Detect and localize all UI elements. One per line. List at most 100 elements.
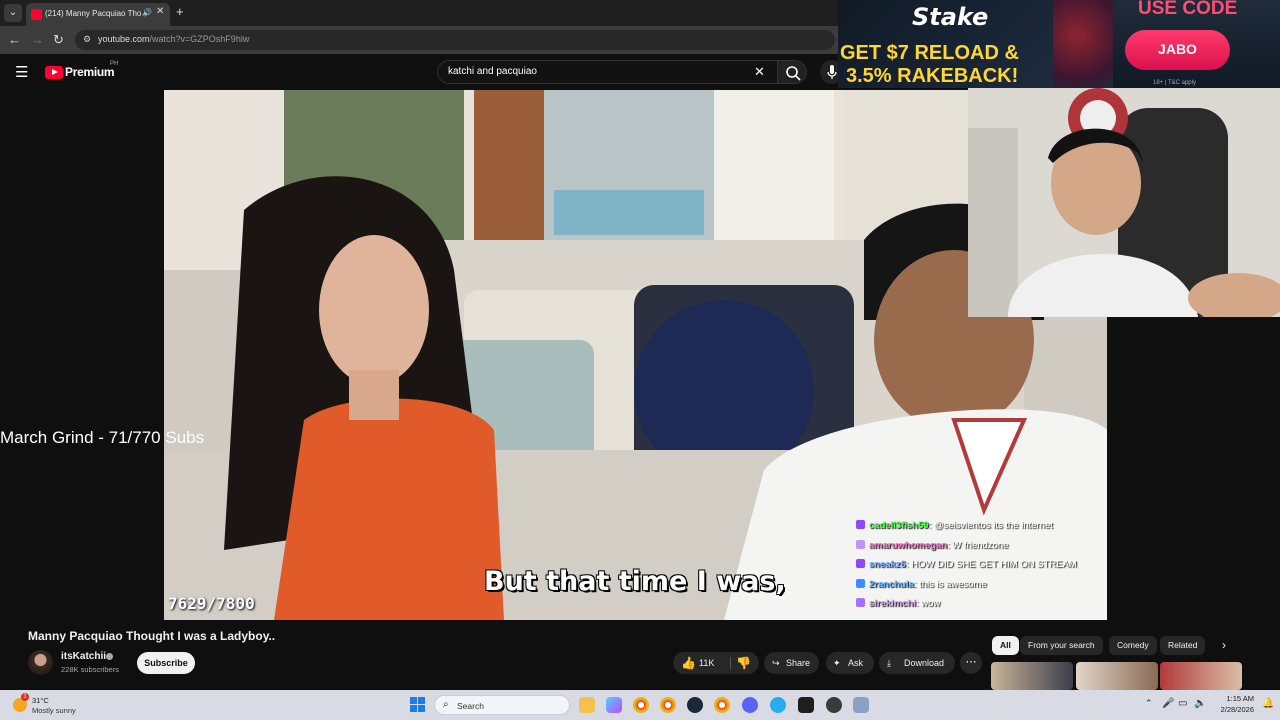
chat-badge-icon [856,559,865,568]
discord-icon[interactable] [742,697,758,713]
subscribe-button[interactable]: Subscribe [137,652,195,674]
chat-message: 2ranchula: this is awesome [856,578,1106,599]
search-button[interactable] [777,60,807,84]
speaker-icon[interactable]: 🔊 [142,8,152,17]
chat-text: @seisvientos its the internet [933,520,1053,531]
tab-list-chevron-icon[interactable]: ⌄ [4,4,22,22]
share-button[interactable]: ↪ Share [764,652,819,674]
youtube-logo-icon[interactable] [45,66,63,79]
reload-icon[interactable]: ↻ [53,32,64,48]
download-label: Download [904,658,945,668]
ad-headline-line-1: GET $7 RELOAD & [840,42,1019,64]
chrome-profile-icon[interactable] [660,697,676,713]
forward-arrow-icon[interactable]: → [31,32,44,47]
chat-text: W friendzone [952,539,1009,551]
browser-tab-active[interactable]: (214) Manny Pacquiao Thou 🔊 ✕ [26,3,170,26]
search-input[interactable]: katchi and pacquiao ✕ [437,60,777,84]
clock-date[interactable]: 2/28/2026 [1211,705,1254,714]
chip-from-your-search[interactable]: From your search [1020,636,1103,655]
search-query-text: katchi and pacquiao [448,66,537,77]
close-tab-icon[interactable]: ✕ [156,6,164,17]
taskbar-search-placeholder: Search [457,701,484,711]
new-tab-icon[interactable]: + [176,4,184,19]
promo-code-button[interactable]: JABO [1125,30,1230,70]
chip-comedy[interactable]: Comedy [1109,636,1157,655]
clock-time[interactable]: 1:15 AM [1218,694,1254,703]
chrome-icon[interactable] [633,697,649,713]
download-icon: ⤓ [887,658,891,668]
channel-name[interactable]: itsKatchii [61,651,106,662]
ad-left-panel: Stake GET $7 RELOAD & 3.5% RAKEBACK! [838,0,1053,88]
thumbs-up-icon[interactable]: 👍 [681,652,696,674]
site-info-icon[interactable]: ⚙ [83,34,91,45]
weather-description[interactable]: Mostly sunny [32,706,76,715]
like-count[interactable]: 11K [699,652,714,674]
url-field[interactable]: ⚙ youtube.com/watch?v=GZPOshF9hlw [75,30,835,50]
windows-start-icon[interactable] [410,697,425,712]
chat-text: HOW DID SHE GET HIM ON STREAM [911,559,1077,570]
file-explorer-icon[interactable] [579,697,595,713]
snipping-tool-icon[interactable] [853,697,869,713]
chat-badge-icon [856,520,865,529]
back-arrow-icon[interactable]: ← [8,32,21,47]
share-label: Share [786,658,811,668]
chevron-right-icon[interactable]: › [1222,638,1226,652]
chat-text: this is awesome [919,578,987,590]
chat-badge-icon [856,598,865,607]
related-video-thumbnail[interactable] [1076,662,1158,690]
chip-all[interactable]: All [992,636,1019,655]
taskbar-search-box[interactable]: ⌕ Search [434,695,570,715]
weather-badge: 1 [21,693,29,701]
url-text: youtube.com/watch?v=GZPOshF9hlw [98,34,249,44]
address-bar-row: ← → ↻ ⚙ youtube.com/watch?v=GZPOshF9hlw [0,26,840,54]
copilot-icon[interactable] [606,697,622,713]
verified-badge-icon [106,653,113,660]
volume-icon[interactable]: 🔈 [1194,698,1206,709]
obs-icon[interactable] [826,697,842,713]
microphone-tray-icon[interactable]: 🎤 [1162,698,1174,709]
thumbs-down-icon[interactable]: 👎 [736,652,751,674]
sparkle-icon: ✦ [833,658,841,668]
chat-username: cadell3fish59 [869,520,929,531]
stake-logo: Stake [912,3,989,31]
ad-terms-text: 18+ | T&C apply [1153,80,1196,86]
logo-country-code: PH [110,61,119,67]
url-host: youtube.com [98,34,150,44]
video-title: Manny Pacquiao Thought I was a Ladyboy.. [28,629,276,643]
notification-bell-icon[interactable]: 🔔 [1262,698,1274,709]
channel-avatar[interactable] [28,650,53,675]
hamburger-menu-icon[interactable]: ☰ [15,63,28,81]
ask-button[interactable]: ✦ Ask [826,652,874,674]
more-actions-icon[interactable]: ⋯ [960,652,982,674]
streamer-webcam [968,88,1280,317]
chip-related[interactable]: Related [1160,636,1206,655]
chat-username: sneakz6 [869,559,906,570]
terminal-icon[interactable] [798,697,814,713]
steam-icon[interactable] [687,697,703,713]
tray-chevron-up-icon[interactable]: ⌃ [1145,698,1153,709]
search-icon [786,66,801,81]
related-video-thumbnail[interactable] [1160,662,1242,690]
ad-right-panel: USE CODE JABO 18+ | T&C apply [1113,0,1280,88]
promo-code-text: JABO [1158,41,1197,57]
like-divider [730,657,731,669]
telegram-icon[interactable] [770,697,786,713]
tab-title: (214) Manny Pacquiao Thou [45,9,141,18]
weather-temperature[interactable]: 31°C [32,696,49,705]
youtube-header: ☰ Premium PH katchi and pacquiao ✕ [0,54,844,90]
stake-ad-banner[interactable]: Stake GET $7 RELOAD & 3.5% RAKEBACK! USE… [838,0,1280,88]
ad-headline-line-2: 3.5% RAKEBACK! [846,65,1019,87]
chrome-window-icon[interactable] [714,697,730,713]
share-arrow-icon: ↪ [772,658,780,668]
related-video-thumbnail[interactable] [991,662,1073,690]
clear-search-icon[interactable]: ✕ [754,64,765,80]
search-icon: ⌕ [443,699,449,710]
chat-username: 2ranchula [869,578,914,590]
download-button[interactable]: ⤓ Download [879,652,955,674]
chat-badge-icon [856,578,865,588]
youtube-logo-text[interactable]: Premium [65,65,115,79]
use-code-label: USE CODE [1138,0,1238,19]
video-info-section: Manny Pacquiao Thought I was a Ladyboy..… [0,620,1280,690]
url-path: /watch?v=GZPOshF9hlw [149,34,250,44]
network-icon[interactable]: ▭ [1178,698,1187,709]
